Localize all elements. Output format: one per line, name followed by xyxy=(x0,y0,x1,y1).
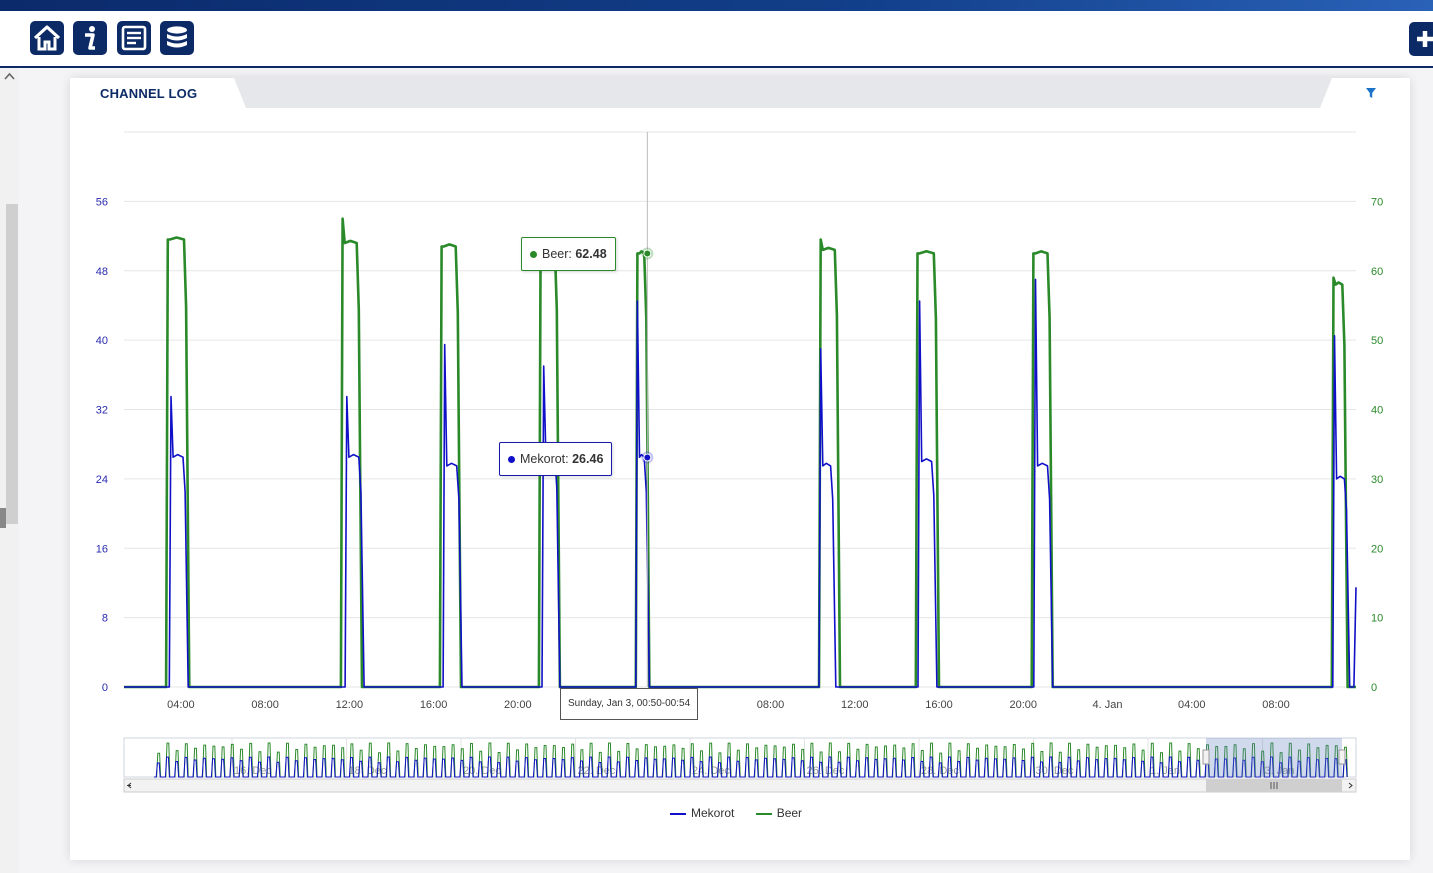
x-tick-label: 08:00 xyxy=(757,699,785,711)
navigator-scrollbar[interactable] xyxy=(123,778,1357,793)
x-tick-label: 16:00 xyxy=(925,699,953,711)
mekorot-dot xyxy=(508,456,515,464)
home-button[interactable] xyxy=(30,21,64,55)
x-tick-label: 08:00 xyxy=(251,699,279,711)
database-button[interactable] xyxy=(160,21,194,55)
x-tick-label: 12:00 xyxy=(841,699,869,711)
y-left-tick-label: 8 xyxy=(102,613,108,625)
navigator-date-label: 28. Dec xyxy=(921,765,959,777)
y-left-tick-label: 48 xyxy=(96,266,108,278)
y-right-tick-label: 60 xyxy=(1371,266,1383,278)
y-right-tick-label: 30 xyxy=(1371,474,1383,486)
x-tick-label: 16:00 xyxy=(420,699,448,711)
notes-icon xyxy=(121,25,147,51)
y-left-tick-label: 32 xyxy=(96,405,108,417)
scrollbar-thumb[interactable] xyxy=(6,204,18,524)
legend-swatch-mekorot xyxy=(670,812,686,815)
panel-tab-bar: CHANNEL LOG xyxy=(70,78,1410,108)
y-right-tick-label: 10 xyxy=(1371,613,1383,625)
x-tick-label: 4. Jan xyxy=(1093,699,1123,711)
y-right-tick-label: 50 xyxy=(1371,335,1383,347)
info-button[interactable] xyxy=(73,21,107,55)
channel-log-panel: 0 0 8 10 16 20 24 30 32 40 40 50 48 60 56 70 04:00 08:00 1… xyxy=(70,78,1410,860)
beer-tooltip-value: 62.48 xyxy=(575,247,607,261)
x-tick-label: 20:00 xyxy=(1009,699,1037,711)
y-right-tick-label: 20 xyxy=(1371,543,1383,555)
legend-swatch-beer xyxy=(755,812,772,815)
y-left-tick-label: 16 xyxy=(96,543,108,555)
chart-legend: Mekorot Beer xyxy=(670,806,820,820)
legend-item-mekorot[interactable]: Mekorot xyxy=(670,806,734,820)
legend-label-beer: Beer xyxy=(776,806,803,820)
y-left-tick-label: 56 xyxy=(96,196,108,208)
beer-dot xyxy=(530,251,537,259)
plus-icon xyxy=(1417,31,1433,47)
x-tick-label: 08:00 xyxy=(1262,699,1290,711)
beer-tooltip-label: Beer: xyxy=(542,247,576,261)
page-scrollbar[interactable] xyxy=(0,68,19,873)
x-tick-label: 20:00 xyxy=(504,699,532,711)
info-icon xyxy=(85,26,95,50)
channel-log-chart[interactable]: 0 0 8 10 16 20 24 30 32 40 40 50 48 60 56 70 04:00 08:00 1… xyxy=(70,78,1410,860)
x-tick-label: 12:00 xyxy=(336,699,364,711)
tab-channel-log[interactable]: CHANNEL LOG xyxy=(100,86,197,101)
series-line-beer[interactable] xyxy=(124,217,1356,689)
notes-button[interactable] xyxy=(117,21,151,55)
mekorot-tooltip-label: Mekorot: xyxy=(520,452,573,466)
y-right-tick-label: 40 xyxy=(1371,405,1383,417)
y-left-tick-label: 0 xyxy=(102,682,108,694)
tab-bar-shading xyxy=(234,78,1410,108)
toolbar xyxy=(0,11,1433,68)
beer-tooltip: Beer: 62.48 xyxy=(521,237,616,271)
y-left-tick-label: 40 xyxy=(96,335,108,347)
x-tick-label: 04:00 xyxy=(1178,699,1206,711)
y-right-tick-label: 0 xyxy=(1371,682,1377,694)
top-accent-strip xyxy=(0,0,1433,11)
legend-label-mekorot: Mekorot xyxy=(691,806,735,820)
navigator-handle-right[interactable] xyxy=(1338,749,1346,765)
beer-hover-marker xyxy=(643,249,652,258)
legend-item-beer[interactable]: Beer xyxy=(755,806,803,820)
time-tooltip: Sunday, Jan 3, 00:50-00:54 xyxy=(560,688,699,720)
database-icon xyxy=(167,26,187,48)
x-tick-label: 04:00 xyxy=(167,699,195,711)
scroll-up-icon[interactable] xyxy=(3,71,16,81)
navigator-date-label: 26. Dec xyxy=(807,765,845,777)
mekorot-tooltip: Mekorot: 26.46 xyxy=(499,442,613,476)
scrollbar-marker xyxy=(0,508,6,528)
filter-icon[interactable] xyxy=(1364,86,1378,100)
mekorot-tooltip-value: 26.46 xyxy=(572,452,604,466)
add-button[interactable] xyxy=(1409,22,1433,56)
y-right-tick-label: 70 xyxy=(1371,196,1383,208)
navigator-selection[interactable] xyxy=(1206,738,1342,777)
home-icon xyxy=(33,25,61,51)
y-left-tick-label: 24 xyxy=(96,474,108,486)
mekorot-hover-marker xyxy=(643,453,652,462)
navigator-handle-left[interactable] xyxy=(1202,749,1210,765)
